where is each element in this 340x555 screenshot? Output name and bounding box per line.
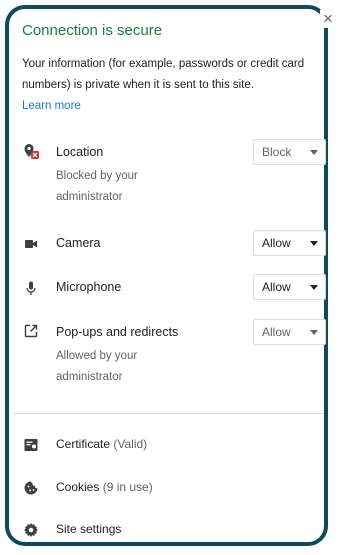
certificate-icon: [24, 439, 38, 451]
popups-permission-value: Allow: [262, 325, 291, 339]
section-divider: [14, 413, 324, 414]
microphone-permission-value: Allow: [262, 280, 291, 294]
connection-status-title: Connection is secure: [22, 22, 163, 39]
chevron-down-icon: [310, 241, 318, 246]
site-settings-row[interactable]: Site settings: [14, 515, 319, 545]
chevron-down-icon: [310, 150, 318, 155]
permission-label-location: Location: [56, 145, 104, 159]
permission-note-location: Blocked by your administrator: [56, 170, 138, 203]
certificate-status: (Valid): [113, 437, 148, 451]
permission-note-popups: Allowed by your administrator: [56, 350, 138, 383]
microphone-icon: [26, 281, 36, 295]
microphone-permission-select[interactable]: Allow: [253, 274, 326, 300]
connection-description-text: Your information (for example, passwords…: [22, 58, 305, 91]
camera-permission-value: Allow: [262, 236, 291, 250]
certificate-label: Certificate: [56, 437, 111, 451]
cookie-icon: [24, 481, 38, 495]
certificate-row[interactable]: Certificate (Valid): [14, 430, 319, 460]
cookies-link: Cookies (9 in use): [56, 480, 153, 494]
cookies-count: (9 in use): [102, 480, 153, 494]
close-button[interactable]: ×: [320, 10, 336, 28]
location-permission-select[interactable]: Block: [253, 139, 326, 165]
permission-label-popups: Pop-ups and redirects: [56, 325, 179, 339]
certificate-link: Certificate (Valid): [56, 437, 147, 451]
site-settings-link: Site settings: [56, 522, 122, 536]
location-blocked-icon: [24, 144, 39, 159]
popups-permission-select[interactable]: Allow: [253, 319, 326, 345]
learn-more-link[interactable]: Learn more: [22, 96, 322, 117]
chevron-down-icon: [310, 285, 318, 290]
gear-icon: [24, 523, 38, 537]
cookies-label: Cookies: [56, 480, 100, 494]
chevron-down-icon: [310, 330, 318, 335]
camera-permission-select[interactable]: Allow: [253, 230, 326, 256]
camera-icon: [25, 240, 37, 248]
popup-icon: [24, 324, 38, 338]
permission-label-camera: Camera: [56, 236, 101, 250]
location-permission-value: Block: [262, 145, 292, 159]
connection-description: Your information (for example, passwords…: [22, 54, 322, 117]
cookies-row[interactable]: Cookies (9 in use): [14, 473, 319, 503]
permission-label-microphone: Microphone: [56, 280, 122, 294]
